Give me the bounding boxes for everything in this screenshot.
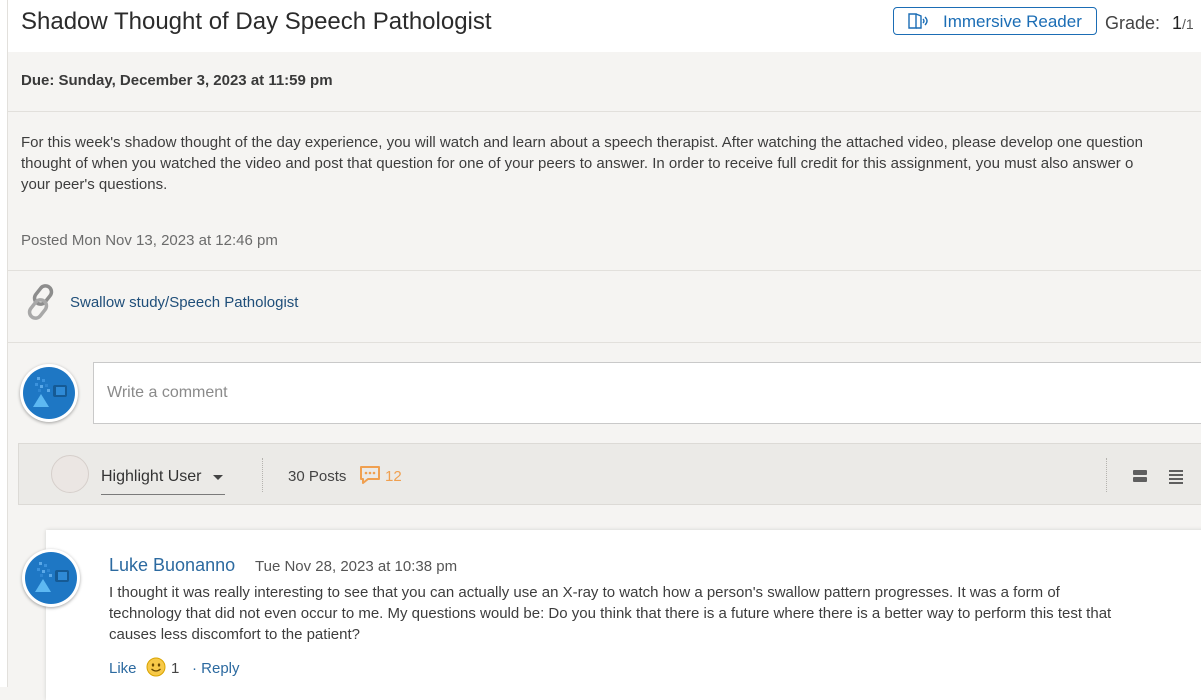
unread-count: 12 <box>385 468 402 485</box>
divider <box>8 111 1201 112</box>
card-view-icon[interactable] <box>1132 468 1148 484</box>
grade-denominator: /1 <box>1182 16 1194 32</box>
list-view-icon[interactable] <box>1168 468 1184 484</box>
description-line: your peer's questions. <box>21 176 168 193</box>
reply-button[interactable]: · Reply <box>192 660 240 677</box>
link-chain-icon <box>27 284 54 320</box>
divider <box>8 270 1201 271</box>
chevron-down-icon <box>213 475 223 480</box>
post-body-line: I thought it was really interesting to s… <box>109 584 1060 601</box>
smiley-emoji-icon[interactable] <box>146 657 166 677</box>
grade-numerator: 1 <box>1172 13 1183 33</box>
post-body: I thought it was really interesting to s… <box>109 582 1111 645</box>
immersive-reader-label: Immersive Reader <box>943 12 1082 31</box>
toolbar-separator <box>1106 458 1108 492</box>
description-line: For this week's shadow thought of the da… <box>21 134 1143 151</box>
posts-toolbar: Highlight User 30 Posts 12 <box>18 443 1201 505</box>
comment-input[interactable] <box>94 363 1201 423</box>
highlight-user-avatar <box>51 455 89 493</box>
attachment-link[interactable]: Swallow study/Speech Pathologist <box>70 294 298 311</box>
highlight-user-label: Highlight User <box>101 468 202 485</box>
topic-description: For this week's shadow thought of the da… <box>21 132 1201 195</box>
post-body-line: technology that did not even occur to me… <box>109 605 1112 622</box>
speech-bubble-icon <box>360 466 380 484</box>
immersive-reader-icon <box>908 13 928 29</box>
post-timestamp: Tue Nov 28, 2023 at 10:38 pm <box>255 558 458 575</box>
reaction-count: 1 <box>171 660 180 677</box>
immersive-reader-button[interactable]: Immersive Reader <box>893 7 1097 35</box>
page-left-border <box>7 0 8 687</box>
description-line: thought of when you watched the video an… <box>21 155 1134 172</box>
page-title: Shadow Thought of Day Speech Pathologist <box>21 8 492 35</box>
posted-date: Posted Mon Nov 13, 2023 at 12:46 pm <box>21 232 278 249</box>
highlight-user-dropdown[interactable]: Highlight User <box>101 460 225 495</box>
topic-header: Shadow Thought of Day Speech Pathologist… <box>8 0 1201 52</box>
page-left-edge <box>0 0 7 687</box>
post-author-name[interactable]: Luke Buonanno <box>109 555 235 576</box>
post-body-line: causes less discomfort to the patient? <box>109 626 360 643</box>
current-user-avatar <box>20 364 78 422</box>
due-date: Due: Sunday, December 3, 2023 at 11:59 p… <box>21 72 333 89</box>
like-button[interactable]: Like <box>109 660 137 677</box>
user-avatar-icon <box>25 552 77 604</box>
divider <box>8 342 1201 343</box>
posts-count: 30 Posts <box>288 468 347 485</box>
grade-label: Grade: <box>1105 13 1161 33</box>
comment-box[interactable] <box>93 362 1201 424</box>
post-author-avatar[interactable] <box>22 549 80 607</box>
toolbar-separator <box>262 458 264 492</box>
grade-value: 1/1 <box>1172 13 1194 34</box>
user-avatar-icon <box>23 367 75 419</box>
